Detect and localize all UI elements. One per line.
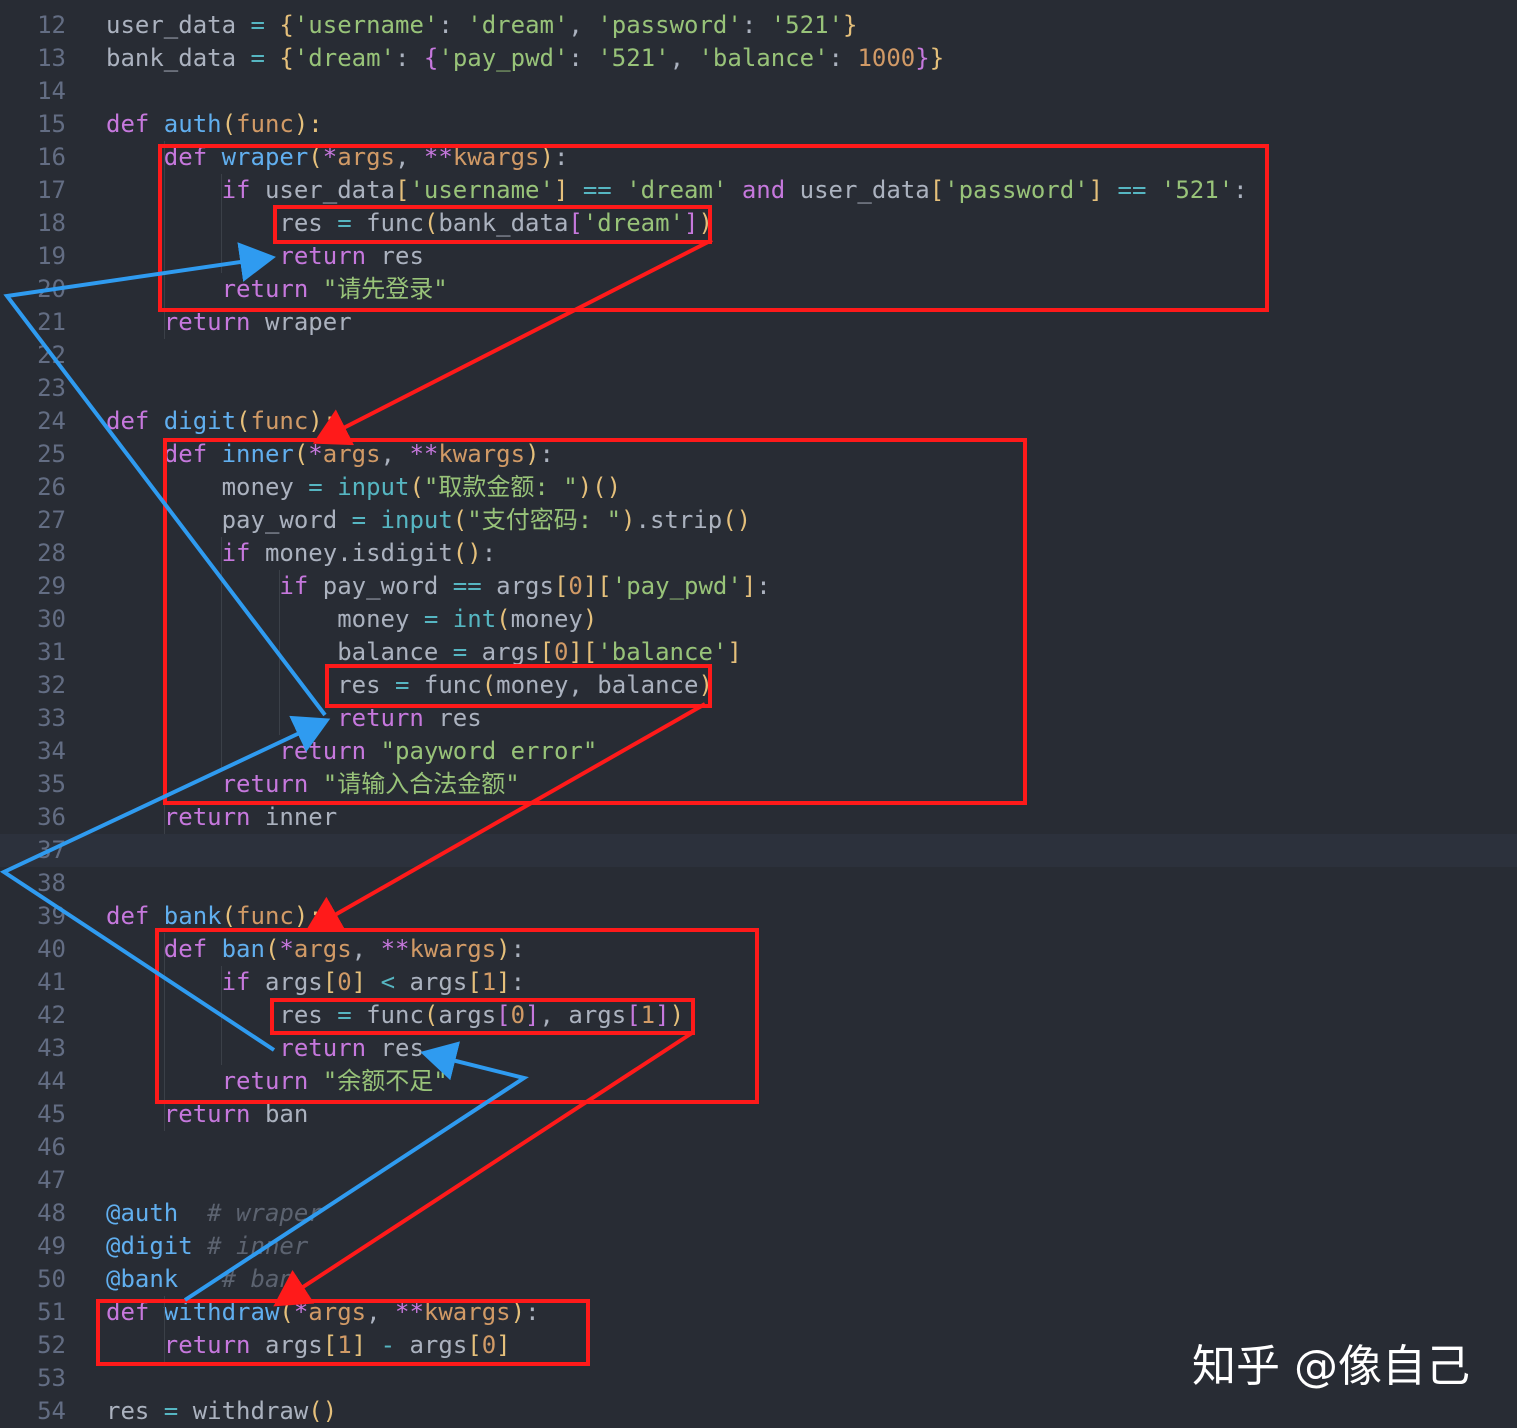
box-inner-function (163, 438, 1027, 805)
box-wraper-function (158, 144, 1269, 312)
box-withdraw-function (96, 1299, 590, 1366)
box-ban-function (155, 928, 759, 1104)
red-arrow-wraper-to-inner (312, 238, 713, 446)
box-res-func-money-balance (325, 664, 712, 708)
box-res-func-args (270, 998, 695, 1035)
box-res-func-bank-data (273, 205, 712, 244)
red-arrow-ban-to-withdraw (273, 1031, 694, 1307)
annotation-overlay (0, 144, 1269, 1366)
red-arrow-inner-to-ban (305, 702, 706, 932)
zhihu-watermark: 知乎 @像自己 (1192, 1341, 1470, 1392)
